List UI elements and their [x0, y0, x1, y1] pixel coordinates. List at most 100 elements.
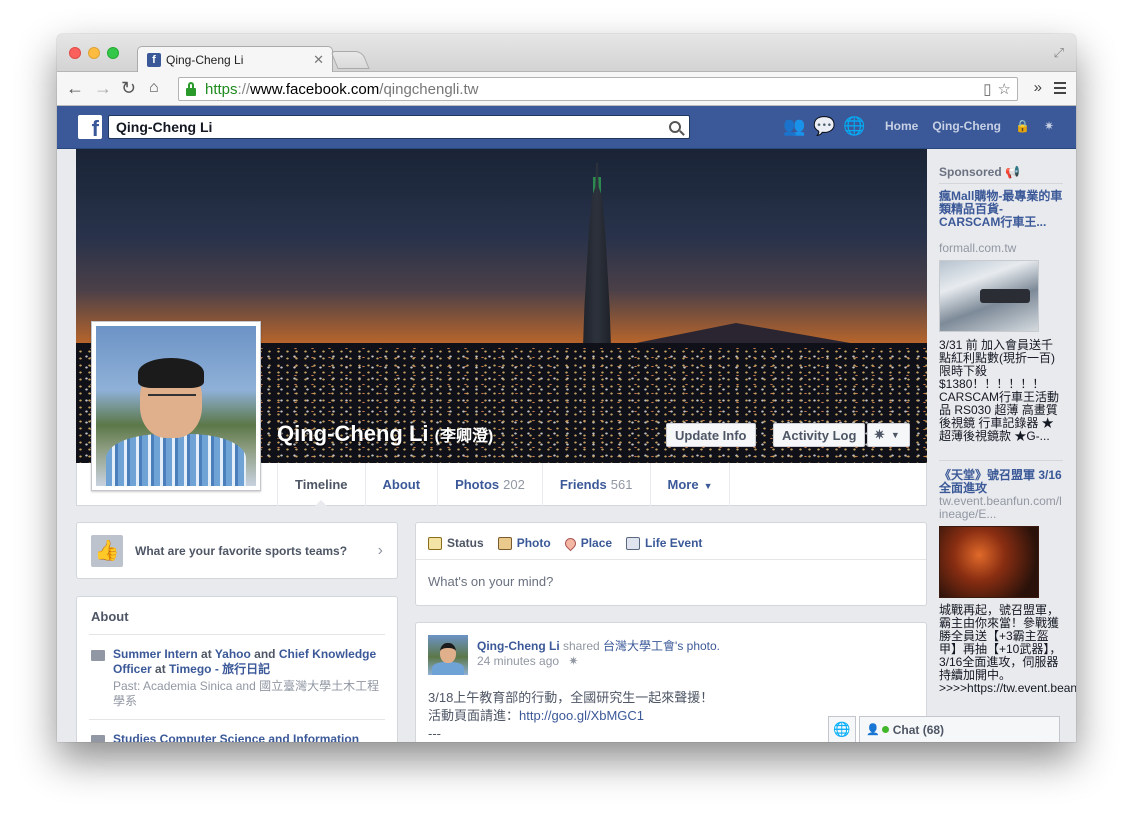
update-info-button[interactable]: Update Info	[666, 423, 756, 447]
messages-icon[interactable]: 💬	[813, 116, 835, 136]
home-icon[interactable]: ⌂	[149, 77, 159, 99]
tab-timeline[interactable]: Timeline	[277, 463, 365, 506]
new-tab-button[interactable]	[330, 51, 370, 69]
bookmark-star-icon[interactable]: ☆	[998, 80, 1011, 98]
past-prefix: Past:	[113, 679, 144, 693]
profile-picture[interactable]	[91, 321, 261, 491]
chat-globe-icon[interactable]: 🌐	[828, 716, 856, 742]
ad-1-text[interactable]: 3/31 前 加入會員送千點紅利點數(現折一百) 限時下殺 $1380！！！！！…	[939, 339, 1063, 443]
post-line-2-prefix: 活動頁面請進：	[428, 708, 520, 723]
profile-tabs: Timeline About Photos 202 Friends 561 More…	[277, 463, 731, 506]
sponsored-label: Sponsored	[939, 165, 1002, 179]
caret-down-icon: ▼	[703, 481, 713, 491]
nav-home-link[interactable]: Home	[885, 119, 918, 133]
tab-friends[interactable]: Friends 561	[541, 463, 650, 506]
ad-2-text[interactable]: 城戰再起，號召盟軍，霸主由你來當！參戰獲勝全員送【+3霸主盔甲】再抽【+10武器…	[939, 604, 1076, 695]
settings-gear-icon[interactable]: ✷	[1044, 119, 1054, 133]
ad-1-title[interactable]: 瘋Mall購物-最專業的車類精品百貨-CARSCAM行車王...	[939, 190, 1063, 229]
chevron-right-icon: ›	[377, 541, 383, 559]
ad-2-domain[interactable]: tw.event.beanfun.com/lineage/E...	[939, 495, 1063, 521]
work-role-1[interactable]: Summer Intern	[113, 647, 198, 661]
browser-window: f Qing-Cheng Li ✕ ⤢ ← → ↻ ⌂ https://www.…	[57, 34, 1076, 742]
facebook-logo-icon[interactable]: f	[78, 115, 102, 139]
place-pin-icon	[562, 535, 578, 551]
search-input[interactable]: Qing-Cheng Li	[108, 115, 690, 139]
post-author[interactable]: Qing-Cheng Li	[477, 639, 560, 653]
divider	[939, 183, 1063, 184]
composer-tab-label: Place	[580, 536, 613, 550]
extensions-overflow-icon[interactable]: »	[1034, 79, 1042, 96]
composer-tab-life-event[interactable]: Life Event	[626, 534, 702, 552]
sponsored-title: Sponsored 📢	[939, 165, 1020, 179]
ad-1-image[interactable]	[939, 260, 1039, 332]
composer-tab-status[interactable]: Status	[428, 534, 484, 552]
status-icon	[428, 536, 442, 550]
megaphone-icon: 📢	[1005, 165, 1020, 179]
chevron-down-icon: ▼	[890, 430, 900, 440]
tab-more[interactable]: More ▼	[649, 463, 731, 506]
back-arrow-icon[interactable]: ←	[66, 77, 84, 99]
tab-about[interactable]: About	[364, 463, 438, 506]
post-avatar[interactable]	[428, 635, 468, 675]
about-title[interactable]: About	[77, 597, 397, 624]
address-bar[interactable]: https://www.facebook.com/qingchengli.tw …	[178, 77, 1018, 101]
about-work-item: Summer Intern at Yahoo and Chief Knowled…	[77, 635, 397, 709]
work-org-2[interactable]: Timego - 旅行日記	[169, 662, 270, 676]
browser-tab[interactable]: f Qing-Cheng Li ✕	[137, 46, 333, 72]
thumbs-up-icon: 👍	[91, 534, 123, 567]
reload-icon[interactable]: ↻	[121, 77, 136, 99]
ad-2-title[interactable]: 《天堂》號召盟軍 3/16全面進攻	[939, 469, 1063, 495]
tab-photos[interactable]: Photos 202	[437, 463, 542, 506]
composer-tab-place[interactable]: Place	[562, 534, 613, 552]
ad-1-domain[interactable]: formall.com.tw	[939, 242, 1063, 255]
tab-close-icon[interactable]: ✕	[313, 52, 324, 68]
facebook-top-bar: f Qing-Cheng Li 👥 💬 🌐 Home Qing-Cheng 🔒 …	[57, 106, 1076, 149]
composer-tab-label: Photo	[516, 536, 551, 550]
lock-icon	[185, 82, 197, 96]
facebook-favicon-icon: f	[147, 52, 161, 67]
activity-log-button[interactable]: Activity Log	[773, 423, 866, 447]
post-line-1: 3/18上午教育部的行動，全國研究生一起來聲援！	[428, 690, 714, 705]
sports-prompt-text: What are your favorite sports teams?	[135, 543, 348, 558]
privacy-shortcuts-icon[interactable]: 🔒	[1015, 119, 1030, 133]
nav-profile-link[interactable]: Qing-Cheng	[932, 119, 1001, 133]
audience-gear-icon[interactable]: ✷	[568, 654, 578, 668]
search-icon[interactable]	[669, 121, 681, 133]
profile-name[interactable]: Qing-Cheng Li (李卿澄)	[277, 421, 493, 447]
post-link[interactable]: http://goo.gl/XbMGC1	[519, 708, 644, 723]
post-shared-text: shared	[559, 639, 604, 653]
tab-label: Friends	[559, 477, 607, 492]
online-dot-icon	[881, 726, 889, 733]
page-content: Qing-Cheng Li (李卿澄) Update Info Activity…	[57, 149, 1076, 742]
status-input[interactable]: What's on your mind?	[416, 560, 926, 603]
sports-prompt-card[interactable]: 👍 What are your favorite sports teams? ›	[76, 522, 398, 579]
education-icon	[91, 735, 105, 742]
zoom-window-button[interactable]	[107, 47, 119, 59]
search-value: Qing-Cheng Li	[116, 119, 213, 135]
close-window-button[interactable]	[69, 47, 81, 59]
ad-2-image[interactable]	[939, 526, 1039, 598]
reader-view-icon[interactable]: ▯	[983, 80, 991, 98]
tab-title: Qing-Cheng Li	[166, 52, 244, 67]
right-sidebar: Sponsored 📢 瘋Mall購物-最專業的車類精品百貨-CARSCAM行車…	[927, 149, 1076, 742]
fullscreen-icon[interactable]: ⤢	[1054, 45, 1064, 61]
minimize-window-button[interactable]	[88, 47, 100, 59]
notifications-globe-icon[interactable]: 🌐	[843, 116, 865, 136]
url-separator: ://	[237, 80, 251, 98]
browser-toolbar: ← → ↻ ⌂ https://www.facebook.com/qingche…	[57, 72, 1076, 106]
post-page-link[interactable]: 台灣大學工會	[603, 639, 675, 653]
post-timestamp[interactable]: 24 minutes ago	[477, 654, 559, 668]
past-org-1[interactable]: Academia Sinica	[143, 679, 232, 693]
briefcase-icon	[91, 650, 105, 661]
forward-arrow-icon[interactable]: →	[94, 77, 112, 99]
education-text[interactable]: Studies Computer Science and Information	[113, 732, 359, 742]
cover-settings-button[interactable]: ✷ ▼	[867, 423, 910, 447]
chat-bar[interactable]: 👤 Chat (68)	[859, 716, 1060, 742]
post-suffix[interactable]: 's photo.	[675, 639, 720, 653]
menu-icon[interactable]	[1054, 81, 1066, 94]
work-org-1[interactable]: Yahoo	[215, 647, 251, 661]
friend-requests-icon[interactable]: 👥	[783, 116, 805, 136]
url-scheme: https	[205, 80, 238, 98]
composer-tab-photo[interactable]: Photo	[497, 534, 551, 552]
url-path: /qingchengli.tw	[379, 80, 479, 98]
